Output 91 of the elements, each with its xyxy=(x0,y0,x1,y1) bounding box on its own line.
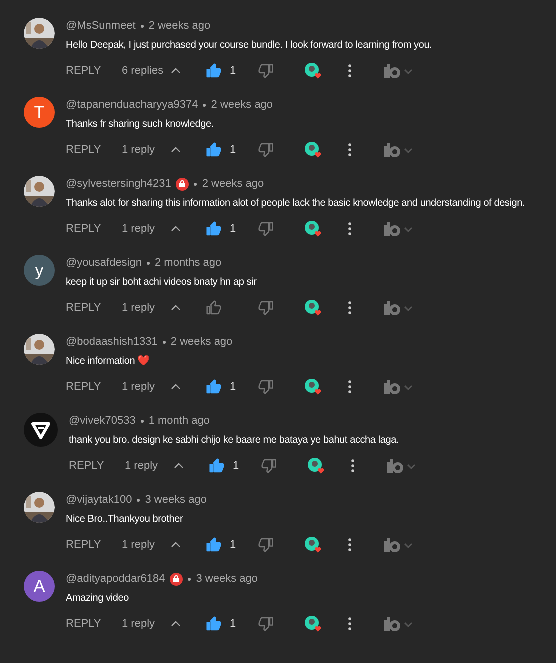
replies-toggle[interactable]: 1 reply xyxy=(122,378,168,396)
reply-button[interactable]: REPLY xyxy=(66,536,122,554)
like-icon[interactable] xyxy=(206,63,222,79)
like-icon[interactable] xyxy=(206,300,222,316)
comment-time: 2 weeks ago xyxy=(211,98,274,113)
like-icon[interactable] xyxy=(209,458,225,474)
like-icon[interactable] xyxy=(206,616,222,632)
reply-button[interactable]: REPLY xyxy=(66,142,122,158)
like-count: 1 xyxy=(233,458,240,474)
reply-button[interactable]: REPLY xyxy=(66,300,122,316)
like-count: 1 xyxy=(230,538,238,553)
more-icon[interactable] xyxy=(348,617,352,631)
dislike-icon[interactable] xyxy=(258,379,274,395)
avatar: y xyxy=(24,255,55,286)
separator-dot-icon xyxy=(194,182,198,186)
more-icon[interactable] xyxy=(348,538,352,552)
replies-toggle[interactable]: 6 replies xyxy=(122,62,168,80)
reply-button[interactable]: REPLY xyxy=(69,458,125,474)
dislike-icon[interactable] xyxy=(258,221,274,237)
like-icon[interactable] xyxy=(206,537,222,553)
comment-time: 2 weeks ago xyxy=(148,18,211,34)
author-name[interactable]: @vivek70533 xyxy=(69,412,136,430)
author-name[interactable]: @bodaashish1331 xyxy=(66,334,158,350)
triangle-logo-icon xyxy=(24,413,58,447)
dislike-icon[interactable] xyxy=(261,458,277,474)
author-name[interactable]: @MsSunmeet xyxy=(66,18,136,34)
comment-time: 1 month ago xyxy=(148,414,210,429)
like-icon[interactable] xyxy=(206,379,222,395)
author-name[interactable]: @adityapoddar6184 xyxy=(66,570,166,588)
comment-text: Nice Bro..Thankyou brother xyxy=(66,513,184,527)
extension-logo-icon[interactable] xyxy=(387,459,417,473)
like-count: 1 xyxy=(230,380,238,395)
comment-text: Hello Deepak, I just purchased your course bundle. I look forward to learning from you. xyxy=(66,39,432,53)
comment-time: 2 months ago xyxy=(155,256,222,271)
author-name[interactable]: @sylvestersingh4231 xyxy=(66,176,172,192)
replies-toggle[interactable]: 1 reply xyxy=(122,220,168,238)
like-count: 1 xyxy=(230,64,238,79)
separator-dot-icon xyxy=(188,578,192,580)
extension-logo-icon[interactable] xyxy=(384,222,414,236)
reply-button[interactable]: REPLY xyxy=(66,378,122,396)
more-icon[interactable] xyxy=(348,222,352,236)
like-count: 1 xyxy=(230,142,238,158)
more-icon[interactable] xyxy=(351,459,355,473)
extension-logo-icon[interactable] xyxy=(384,64,414,78)
extension-logo-icon[interactable] xyxy=(384,143,414,157)
like-icon[interactable] xyxy=(206,221,222,237)
comment-text: Thanks fr sharing such knowledge. xyxy=(66,118,215,132)
replies-toggle[interactable]: 1 reply xyxy=(122,616,168,632)
comment-time: 3 weeks ago xyxy=(145,492,207,508)
comment-text: Thanks alot for sharing this information alot of people lack the basic knowledge and understanding of design. xyxy=(66,197,526,211)
more-icon[interactable] xyxy=(348,380,352,394)
dislike-icon[interactable] xyxy=(258,63,274,79)
separator-dot-icon xyxy=(147,262,150,264)
author-name[interactable]: @tapanenduacharyya9374 xyxy=(66,96,198,114)
more-icon[interactable] xyxy=(348,301,352,315)
separator-dot-icon xyxy=(137,498,140,502)
replies-toggle[interactable]: 1 reply xyxy=(125,458,171,474)
replies-toggle[interactable]: 1 reply xyxy=(122,300,168,316)
reply-button[interactable]: REPLY xyxy=(66,616,122,632)
author-name[interactable]: @vijaytak100 xyxy=(66,492,132,508)
replies-toggle[interactable]: 1 reply xyxy=(122,142,168,158)
reply-button[interactable]: REPLY xyxy=(66,62,122,80)
comment-text: Amazing video xyxy=(66,592,130,606)
separator-dot-icon xyxy=(140,24,144,28)
like-count: 1 xyxy=(230,616,238,632)
avatar: A xyxy=(24,571,55,602)
extension-logo-icon[interactable] xyxy=(384,380,414,394)
extension-logo-icon[interactable] xyxy=(384,301,414,315)
comment-text: keep it up sir boht achi videos bnaty hn ap sir xyxy=(66,276,258,290)
comment-time: 3 weeks ago xyxy=(196,572,258,587)
replies-toggle[interactable]: 1 reply xyxy=(122,536,168,554)
separator-dot-icon xyxy=(162,340,166,344)
more-icon[interactable] xyxy=(348,64,352,78)
dislike-icon[interactable] xyxy=(258,537,274,553)
dislike-icon[interactable] xyxy=(258,142,274,158)
comment-text: Nice information ❤ xyxy=(66,354,150,369)
separator-dot-icon xyxy=(140,420,144,422)
comment-time: 2 weeks ago xyxy=(202,176,264,192)
reply-button[interactable]: REPLY xyxy=(66,220,122,238)
extension-logo-icon[interactable] xyxy=(384,617,414,631)
like-count: 1 xyxy=(230,222,238,237)
separator-dot-icon xyxy=(203,104,206,106)
like-icon[interactable] xyxy=(206,142,222,158)
dislike-icon[interactable] xyxy=(258,300,274,316)
comment-time: 2 weeks ago xyxy=(170,334,233,350)
dislike-icon[interactable] xyxy=(258,616,274,632)
avatar: T xyxy=(24,97,55,128)
author-name[interactable]: @yousafdesign xyxy=(66,254,142,272)
extension-logo-icon[interactable] xyxy=(384,538,414,552)
more-icon[interactable] xyxy=(348,143,352,157)
comment-text: thank you bro. design ke sabhi chijo ke baare me bataya ye bahut accha laga. xyxy=(69,434,400,448)
